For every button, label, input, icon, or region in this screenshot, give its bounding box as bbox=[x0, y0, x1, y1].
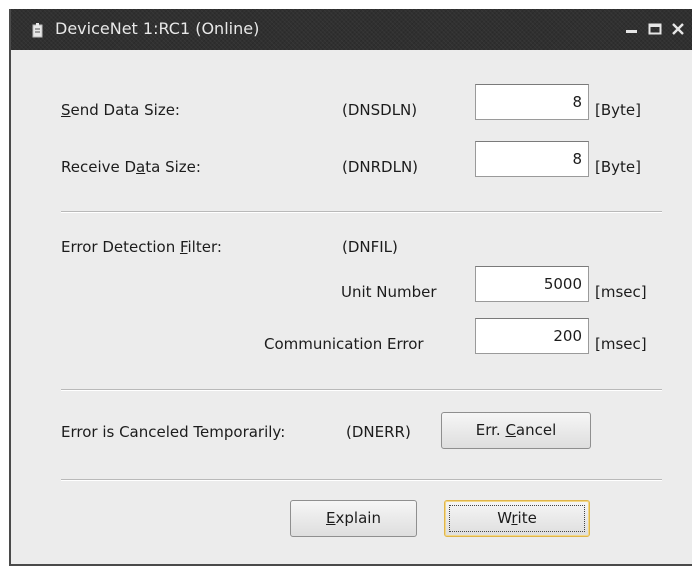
communication-error-input[interactable]: 200 bbox=[475, 318, 589, 354]
mnemonic-c: C bbox=[505, 421, 516, 439]
filter-label-pre: Error Detection bbox=[61, 238, 180, 256]
error-canceled-code: (DNERR) bbox=[346, 423, 411, 441]
error-detection-filter-code: (DNFIL) bbox=[342, 238, 398, 256]
err-cancel-button[interactable]: Err. Cancel bbox=[441, 412, 591, 449]
receive-data-size-code: (DNRDLN) bbox=[342, 158, 419, 176]
mnemonic-e: E bbox=[326, 509, 336, 527]
receive-data-size-unit: [Byte] bbox=[595, 158, 641, 176]
send-data-size-unit: [Byte] bbox=[595, 101, 641, 119]
divider bbox=[61, 479, 662, 481]
receive-label-pre: Receive D bbox=[61, 158, 137, 176]
send-data-size-label: Send Data Size: bbox=[61, 100, 180, 120]
mnemonic-a: a bbox=[136, 158, 146, 176]
document-icon bbox=[32, 23, 43, 38]
error-canceled-label: Error is Canceled Temporarily: bbox=[61, 423, 286, 441]
err-cancel-text-post: ancel bbox=[515, 421, 557, 439]
mnemonic-f: F bbox=[179, 238, 188, 256]
write-button[interactable]: Write bbox=[444, 500, 590, 537]
divider bbox=[61, 389, 662, 391]
send-label-text: end Data Size: bbox=[70, 101, 180, 119]
send-data-size-code: (DNSDLN) bbox=[342, 101, 418, 119]
title-bar[interactable]: DeviceNet 1:RC1 (Online) bbox=[11, 9, 692, 50]
minimize-icon[interactable] bbox=[623, 20, 641, 38]
unit-number-input[interactable]: 5000 bbox=[475, 266, 589, 302]
receive-label-post: ta Size: bbox=[145, 158, 201, 176]
mnemonic-s: S bbox=[61, 101, 71, 119]
unit-number-label: Unit Number bbox=[341, 283, 437, 301]
receive-data-size-input[interactable]: 8 bbox=[475, 141, 589, 177]
close-icon[interactable] bbox=[669, 20, 687, 38]
explain-text: xplain bbox=[335, 509, 381, 527]
send-data-size-input[interactable]: 8 bbox=[475, 84, 589, 120]
filter-label-post: ilter: bbox=[187, 238, 222, 256]
explain-button[interactable]: Explain bbox=[290, 500, 417, 537]
divider bbox=[61, 211, 662, 213]
error-detection-filter-label: Error Detection Filter: bbox=[61, 237, 222, 257]
err-cancel-text-pre: Err. bbox=[475, 421, 506, 439]
receive-data-size-label: Receive Data Size: bbox=[61, 157, 201, 177]
maximize-icon[interactable] bbox=[646, 20, 664, 38]
unit-number-unit: [msec] bbox=[595, 283, 647, 301]
communication-error-label: Communication Error bbox=[264, 335, 424, 353]
communication-error-unit: [msec] bbox=[595, 335, 647, 353]
focus-rectangle bbox=[449, 505, 585, 532]
dialog-window: DeviceNet 1:RC1 (Online) Send Data Size:… bbox=[9, 9, 692, 566]
window-title: DeviceNet 1:RC1 (Online) bbox=[55, 19, 260, 38]
